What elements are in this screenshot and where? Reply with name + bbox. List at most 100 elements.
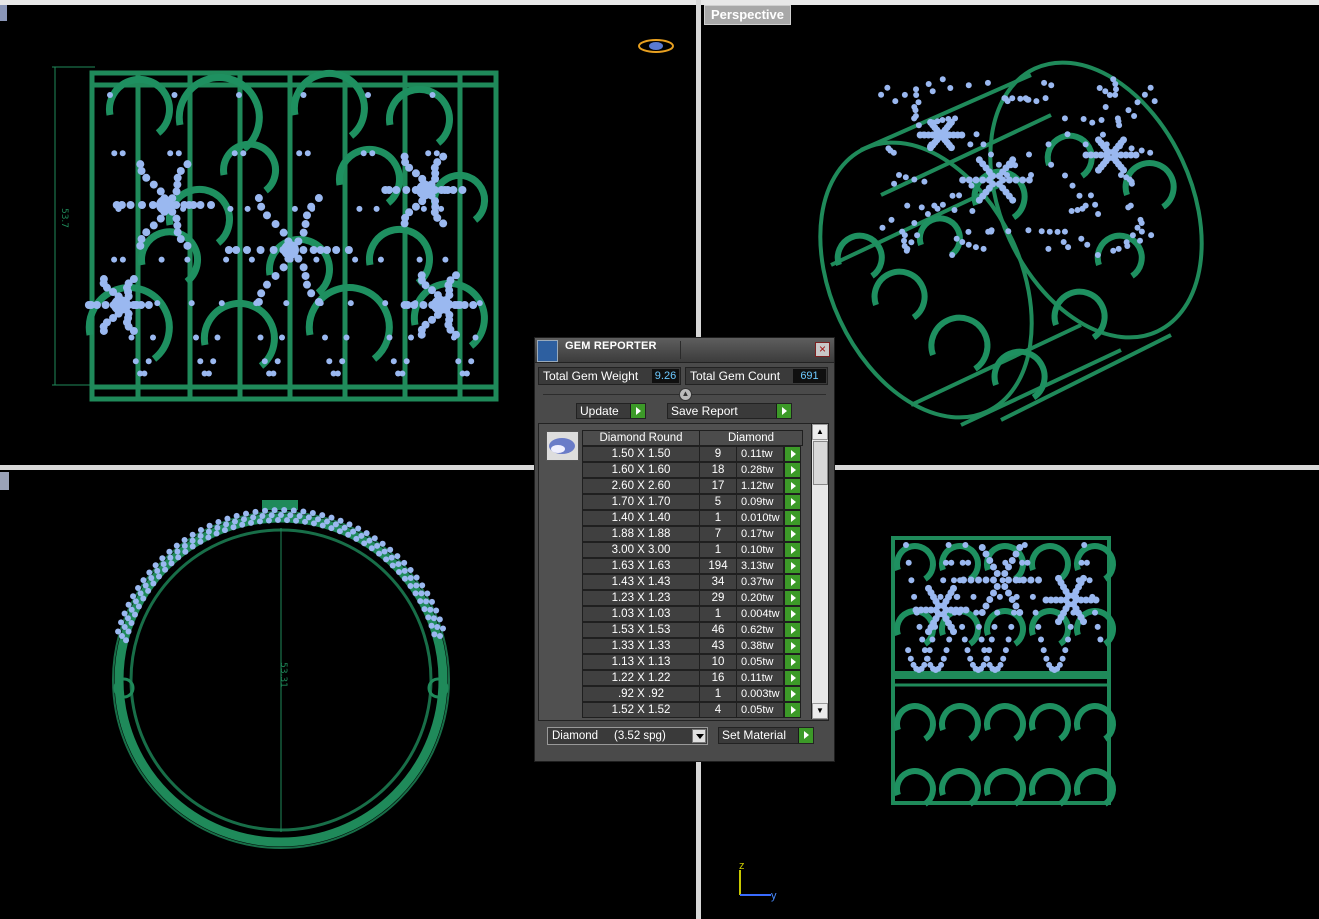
dimension-front-label: 53.7 [59, 207, 70, 229]
gem-size-cell: 1.63 X 1.63 [582, 558, 700, 574]
row-select-arrow-icon[interactable] [784, 590, 801, 606]
close-icon[interactable]: × [815, 342, 830, 357]
total-gem-count-value: 691 [793, 369, 826, 383]
table-row[interactable]: 1.22 X 1.22 16 0.11tw [582, 670, 803, 686]
gem-count-cell: 194 [699, 558, 737, 574]
gem-weight-cell: 0.38tw [736, 638, 784, 654]
gem-count-cell: 1 [699, 606, 737, 622]
table-row[interactable]: 1.43 X 1.43 34 0.37tw [582, 574, 803, 590]
gem-weight-cell: 0.37tw [736, 574, 784, 590]
play-arrow-icon [630, 404, 645, 418]
gem-weight-cell: 0.17tw [736, 526, 784, 542]
gem-count-cell: 18 [699, 462, 737, 478]
round-diamond-icon [546, 431, 579, 461]
gem-size-cell: 1.23 X 1.23 [582, 590, 700, 606]
gem-count-cell: 1 [699, 510, 737, 526]
scrollbar-thumb[interactable] [813, 441, 828, 485]
gem-count-cell: 16 [699, 670, 737, 686]
gem-size-cell: 1.33 X 1.33 [582, 638, 700, 654]
row-select-arrow-icon[interactable] [784, 670, 801, 686]
scroll-down-icon[interactable]: ▼ [812, 703, 828, 719]
table-row[interactable]: 3.00 X 3.00 1 0.10tw [582, 542, 803, 558]
total-gem-weight-label: Total Gem Weight [543, 369, 639, 383]
play-arrow-icon [776, 404, 791, 418]
gem-list-scrollbar[interactable]: ▲ ▼ [811, 424, 828, 719]
material-select[interactable]: Diamond (3.52 spg) [547, 727, 708, 745]
dimension-top-label: 53.31 [277, 662, 288, 688]
gem-size-cell: 3.00 X 3.00 [582, 542, 700, 558]
table-row[interactable]: 1.23 X 1.23 29 0.20tw [582, 590, 803, 606]
set-material-button-label: Set Material [722, 728, 787, 742]
scroll-up-icon[interactable]: ▲ [812, 424, 828, 440]
gem-size-cell: 1.60 X 1.60 [582, 462, 700, 478]
gem-count-cell: 10 [699, 654, 737, 670]
chevron-down-icon[interactable] [692, 729, 706, 743]
total-gem-weight-box: Total Gem Weight 9.26 [538, 367, 681, 385]
gem-size-cell: 1.40 X 1.40 [582, 510, 700, 526]
table-row[interactable]: 1.63 X 1.63 194 3.13tw [582, 558, 803, 574]
table-row[interactable]: 1.13 X 1.13 10 0.05tw [582, 654, 803, 670]
row-select-arrow-icon[interactable] [784, 622, 801, 638]
gem-count-cell: 17 [699, 478, 737, 494]
gem-weight-cell: 0.11tw [736, 670, 784, 686]
row-select-arrow-icon[interactable] [784, 638, 801, 654]
gem-count-cell: 1 [699, 542, 737, 558]
gem-count-cell: 46 [699, 622, 737, 638]
gem-weight-cell: 0.004tw [736, 606, 784, 622]
table-row[interactable]: 1.70 X 1.70 5 0.09tw [582, 494, 803, 510]
gem-count-cell: 43 [699, 638, 737, 654]
gem-size-cell: 1.88 X 1.88 [582, 526, 700, 542]
row-select-arrow-icon[interactable] [784, 686, 801, 702]
gem-weight-cell: 1.12tw [736, 478, 784, 494]
row-select-arrow-icon[interactable] [784, 606, 801, 622]
column-header-shape: Diamond Round [582, 430, 700, 446]
gem-count-cell: 5 [699, 494, 737, 510]
table-row[interactable]: 1.60 X 1.60 18 0.28tw [582, 462, 803, 478]
row-select-arrow-icon[interactable] [784, 510, 801, 526]
gem-weight-cell: 0.20tw [736, 590, 784, 606]
row-select-arrow-icon[interactable] [784, 462, 801, 478]
gem-count-cell: 7 [699, 526, 737, 542]
row-select-arrow-icon[interactable] [784, 558, 801, 574]
table-row[interactable]: .92 X .92 1 0.003tw [582, 686, 803, 702]
row-select-arrow-icon[interactable] [784, 446, 801, 462]
collapse-toggle-icon[interactable]: ▲ [679, 388, 692, 401]
table-row[interactable]: 1.33 X 1.33 43 0.38tw [582, 638, 803, 654]
play-arrow-icon [798, 728, 813, 743]
row-select-arrow-icon[interactable] [784, 574, 801, 590]
row-select-arrow-icon[interactable] [784, 702, 801, 718]
gem-size-cell: 1.70 X 1.70 [582, 494, 700, 510]
gem-weight-cell: 0.11tw [736, 446, 784, 462]
gem-weight-cell: 0.003tw [736, 686, 784, 702]
table-row[interactable]: 1.40 X 1.40 1 0.010tw [582, 510, 803, 526]
total-gem-weight-value: 9.26 [652, 369, 679, 383]
table-row[interactable]: 2.60 X 2.60 17 1.12tw [582, 478, 803, 494]
table-row[interactable]: 1.88 X 1.88 7 0.17tw [582, 526, 803, 542]
set-material-button[interactable]: Set Material [718, 727, 814, 744]
table-row[interactable]: 1.03 X 1.03 1 0.004tw [582, 606, 803, 622]
row-select-arrow-icon[interactable] [784, 526, 801, 542]
axis-gizmo-icon [739, 870, 771, 896]
gem-list[interactable]: Diamond Round Diamond 1.50 X 1.50 9 0.11tw… [538, 423, 829, 721]
row-select-arrow-icon[interactable] [784, 494, 801, 510]
total-gem-count-label: Total Gem Count [690, 369, 781, 383]
gem-weight-cell: 0.05tw [736, 654, 784, 670]
save-report-button[interactable]: Save Report [667, 403, 792, 419]
row-select-arrow-icon[interactable] [784, 654, 801, 670]
table-row[interactable]: 1.53 X 1.53 46 0.62tw [582, 622, 803, 638]
row-select-arrow-icon[interactable] [784, 542, 801, 558]
gem-weight-cell: 0.010tw [736, 510, 784, 526]
gem-reporter-app-icon [537, 340, 558, 362]
gem-count-cell: 29 [699, 590, 737, 606]
gem-reporter-panel: GEM REPORTER × Total Gem Weight 9.26 Tot… [534, 337, 835, 762]
gem-size-cell: 1.43 X 1.43 [582, 574, 700, 590]
update-button-label: Update [580, 404, 619, 418]
save-report-button-label: Save Report [671, 404, 738, 418]
table-row[interactable]: 1.50 X 1.50 9 0.11tw [582, 446, 803, 462]
gem-reporter-titlebar[interactable]: GEM REPORTER × [535, 338, 834, 363]
table-row[interactable]: 1.52 X 1.52 4 0.05tw [582, 702, 803, 718]
gem-size-cell: .92 X .92 [582, 686, 700, 702]
row-select-arrow-icon[interactable] [784, 478, 801, 494]
update-button[interactable]: Update [576, 403, 646, 419]
gem-icon [638, 39, 674, 53]
